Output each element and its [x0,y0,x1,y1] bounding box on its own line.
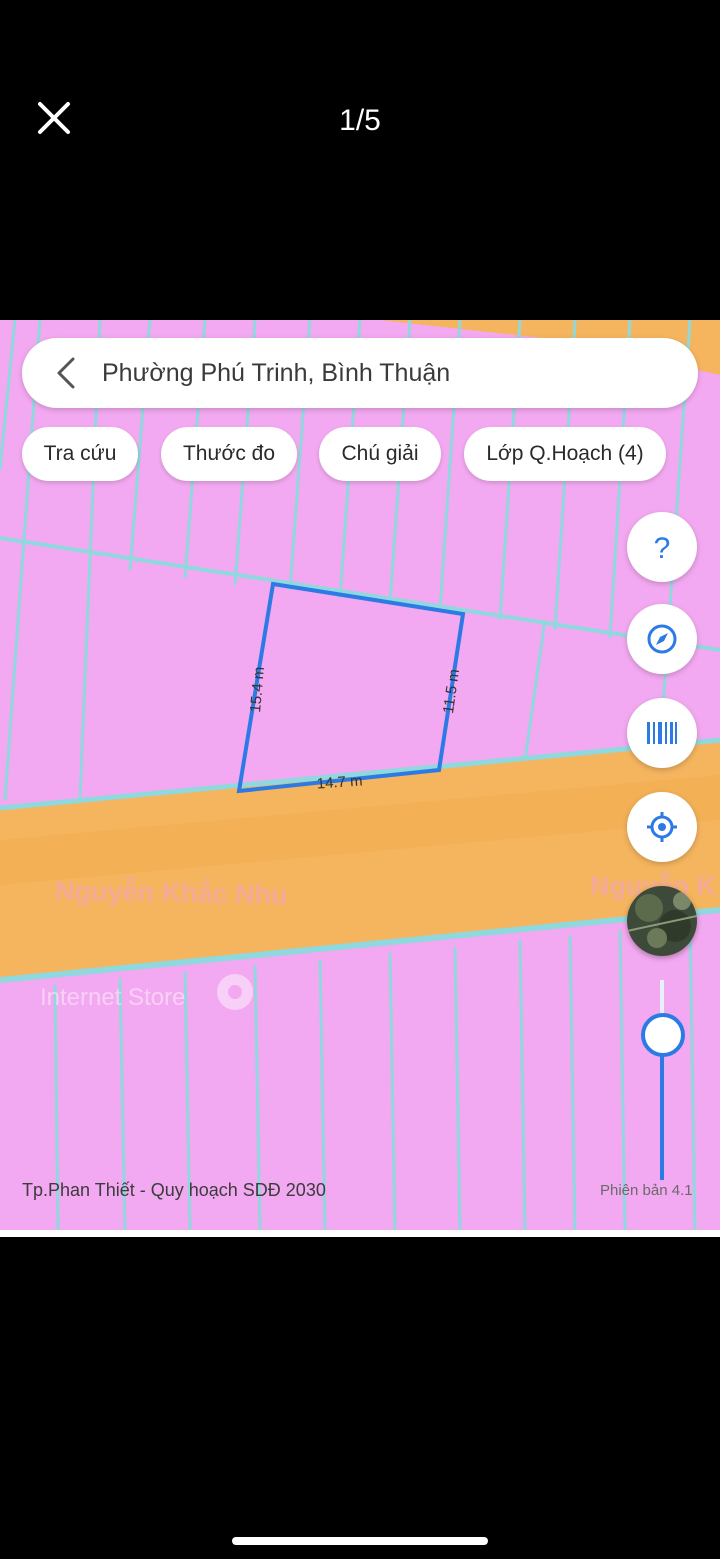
barcode-button[interactable] [627,698,697,768]
image-bottom-edge [0,1230,720,1237]
version-label: Phiên bản 4.1 [600,1182,693,1199]
question-mark-icon: ? [654,532,671,564]
my-location-button[interactable] [627,792,697,862]
chip-legend[interactable]: Chú giải [319,427,441,481]
poi-label: Internet Store [40,984,185,1011]
location-pin-icon [217,974,253,1010]
chevron-left-icon [57,357,75,389]
satellite-thumbnail [627,886,697,956]
location-target-icon [647,812,677,842]
compass-button[interactable] [627,604,697,674]
compass-icon [647,624,677,654]
chip-planning-layers[interactable]: Lớp Q.Hoạch (4) [464,427,666,481]
map-source-label: Tp.Phan Thiết - Quy hoạch SDĐ 2030 [22,1180,326,1200]
barcode-icon [647,722,677,744]
chip-lookup[interactable]: Tra cứu [22,427,138,481]
opacity-slider-thumb[interactable] [641,1013,685,1057]
location-search-bar[interactable]: Phường Phú Trinh, Bình Thuận [22,338,698,408]
satellite-layer-button[interactable] [627,886,697,956]
opacity-slider-track-upper [660,980,664,1014]
location-title: Phường Phú Trinh, Bình Thuận [102,358,451,387]
street-label: Nguyễn Khắc Nhu [55,875,288,910]
home-indicator[interactable] [232,1537,488,1545]
measure-bottom: 14.7 m [316,772,363,792]
viewer-top-bar: 1/5 [0,0,720,320]
chip-measure[interactable]: Thước đo [161,427,297,481]
help-button[interactable]: ? [627,512,697,582]
back-button[interactable] [36,338,96,408]
image-counter: 1/5 [339,104,381,137]
svg-text:?: ? [654,532,671,564]
